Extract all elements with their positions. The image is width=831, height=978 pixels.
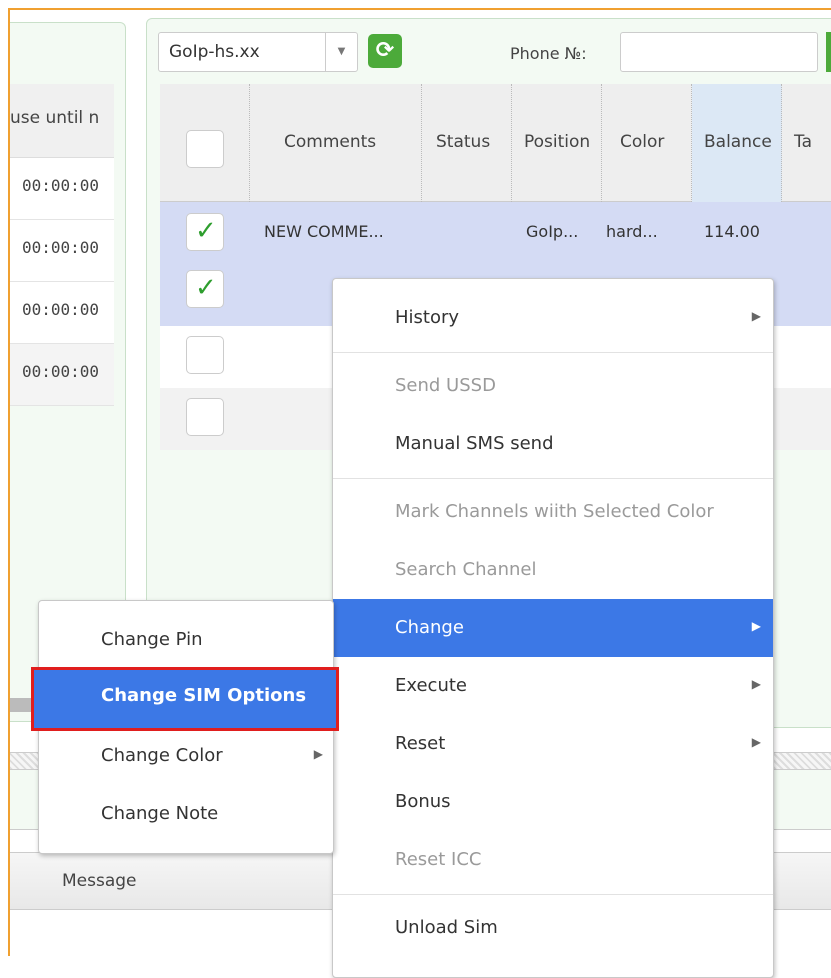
left-grid-column-header[interactable]: use until n <box>10 108 99 128</box>
submenu-item-change-note[interactable]: Change Note <box>39 785 333 843</box>
change-submenu: Change Pin Change SIM Options Change Col… <box>31 600 339 854</box>
left-grid-header: use until n <box>10 84 114 158</box>
table-row[interactable]: 00:00:00 <box>10 220 114 282</box>
time-cell: 00:00:00 <box>22 362 100 381</box>
menu-item-execute[interactable]: Execute ▶ <box>333 657 773 715</box>
message-label: Message <box>62 871 137 891</box>
column-header-color[interactable]: Color <box>602 84 692 202</box>
chevron-right-icon: ▶ <box>751 677 761 691</box>
chevron-right-icon: ▶ <box>313 747 323 761</box>
select-all-checkbox[interactable] <box>186 130 224 168</box>
table-row[interactable]: 00:00:00 <box>10 282 114 344</box>
column-header-comments[interactable]: Comments <box>250 84 422 202</box>
row-checkbox[interactable] <box>186 213 224 251</box>
context-menu: History ▶ Send USSD Manual SMS send Mark … <box>332 278 774 978</box>
phone-label: Phone №: <box>510 44 587 63</box>
balance-cell: 114.00 <box>704 222 760 241</box>
menu-item-mark-channels[interactable]: Mark Channels wiith Selected Color <box>333 483 773 541</box>
table-row[interactable]: 00:00:00 <box>10 344 114 406</box>
left-grid-rows: 00:00:00 00:00:00 00:00:00 00:00:00 <box>10 158 114 406</box>
time-cell: 00:00:00 <box>22 176 100 195</box>
column-header-position[interactable]: Position <box>512 84 602 202</box>
window-frame-top <box>8 8 831 10</box>
submenu-item-change-color[interactable]: Change Color ▶ <box>39 727 333 785</box>
grid-header: Comments Status Position Color Balance T… <box>160 84 831 202</box>
time-cell: 00:00:00 <box>22 238 100 257</box>
column-header-status[interactable]: Status <box>422 84 512 202</box>
menu-item-manual-sms-send[interactable]: Manual SMS send <box>333 415 773 473</box>
menu-item-search-channel[interactable]: Search Channel <box>333 541 773 599</box>
column-header-tags[interactable]: Ta <box>782 84 831 202</box>
select-all-cell <box>160 84 250 202</box>
table-row[interactable]: NEW COMME... GoIp... hard... 114.00 <box>160 202 831 264</box>
search-button[interactable] <box>826 32 831 72</box>
chevron-right-icon: ▶ <box>751 309 761 323</box>
column-header-balance[interactable]: Balance <box>692 84 782 202</box>
menu-item-bonus[interactable]: Bonus <box>333 773 773 831</box>
chevron-down-icon[interactable]: ▼ <box>325 33 357 71</box>
color-cell: hard... <box>606 222 658 241</box>
comment-cell: NEW COMME... <box>264 222 384 241</box>
menu-item-unload-sim[interactable]: Unload Sim <box>333 899 773 957</box>
menu-separator <box>333 478 773 479</box>
position-cell: GoIp... <box>526 222 579 241</box>
menu-item-reset-icc[interactable]: Reset ICC <box>333 831 773 889</box>
menu-item-history[interactable]: History ▶ <box>333 289 773 347</box>
row-checkbox[interactable] <box>186 336 224 374</box>
menu-separator <box>333 894 773 895</box>
phone-input[interactable] <box>620 32 818 72</box>
device-select-value: GoIp-hs.xx <box>169 42 260 62</box>
menu-item-reset[interactable]: Reset ▶ <box>333 715 773 773</box>
chevron-right-icon: ▶ <box>751 619 761 633</box>
table-row[interactable]: 00:00:00 <box>10 158 114 220</box>
device-select[interactable]: GoIp-hs.xx ▼ <box>158 32 358 72</box>
menu-item-change[interactable]: Change ▶ <box>333 599 773 657</box>
row-checkbox[interactable] <box>186 270 224 308</box>
chevron-right-icon: ▶ <box>751 735 761 749</box>
submenu-item-change-sim-options[interactable]: Change SIM Options <box>31 667 339 731</box>
row-checkbox[interactable] <box>186 398 224 436</box>
menu-separator <box>333 352 773 353</box>
refresh-icon: ⟳ <box>375 38 395 63</box>
time-cell: 00:00:00 <box>22 300 100 319</box>
submenu-item-change-pin[interactable]: Change Pin <box>39 611 333 669</box>
refresh-button[interactable]: ⟳ <box>368 34 402 68</box>
menu-item-send-ussd[interactable]: Send USSD <box>333 357 773 415</box>
